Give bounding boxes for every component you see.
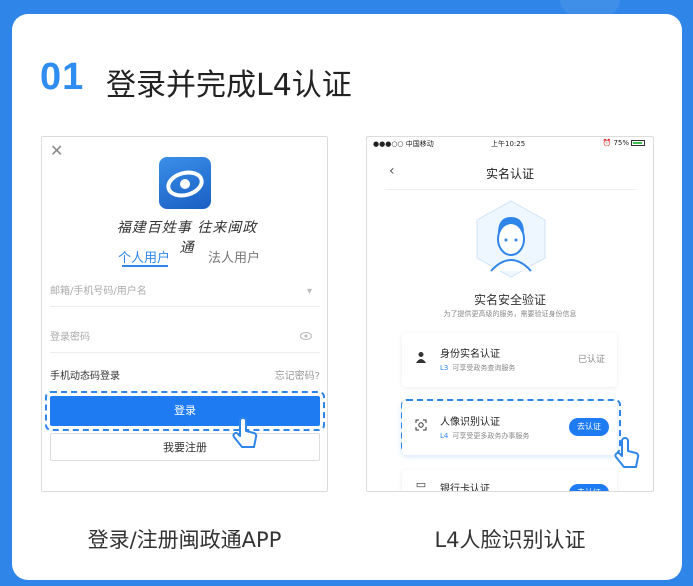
login-button[interactable]: 登录 (50, 396, 320, 426)
face-scan-icon (414, 419, 428, 433)
id-auth-item[interactable]: 身份实名认证 L3 可享受政务查询服务 已认证 (402, 333, 617, 387)
login-links-row: 手机动态码登录 忘记密码? (50, 367, 320, 382)
nav-divider (385, 189, 637, 190)
pointer-hand-icon (612, 437, 642, 471)
item-level: L3 可享受政务查询服务 (440, 364, 516, 372)
person-icon (414, 351, 428, 365)
status-bar: ●●●○○ 中国移动 上午10:25 ⏰ 75% (367, 139, 653, 153)
battery-status: ⏰ 75% (603, 139, 645, 147)
login-screen: ✕ 福建百姓事 往来闽政通 个人用户 法人用户 邮箱/手机号码/用户名 ▾ 登录… (41, 136, 328, 492)
password-placeholder: 登录密码 (50, 332, 90, 343)
eye-icon[interactable] (300, 323, 312, 353)
go-verify-button[interactable]: 去认证 (569, 418, 609, 436)
status-badge: 已认证 (577, 355, 605, 365)
verify-subtitle: 为了提供更高级的服务，需要验证身份信息 (443, 310, 577, 318)
username-placeholder: 邮箱/手机号码/用户名 (50, 286, 147, 297)
status-time: 上午10:25 (491, 140, 526, 148)
tab-personal-user[interactable]: 个人用户 (118, 247, 170, 266)
bank-card-icon: ▭ (415, 478, 427, 491)
register-button[interactable]: 我要注册 (50, 433, 320, 461)
close-icon[interactable]: ✕ (50, 141, 63, 160)
step-number: 01 (40, 56, 85, 98)
go-verify-button[interactable]: 去认证 (569, 484, 609, 491)
bank-card-auth-item[interactable]: ▭ 银行卡认证 去认证 (402, 470, 617, 492)
item-level: L4 可享受更多政务办事服务 (440, 432, 530, 440)
username-input[interactable]: 邮箱/手机号码/用户名 ▾ (50, 277, 320, 307)
dropdown-arrow-icon[interactable]: ▾ (307, 277, 312, 307)
forgot-password-link[interactable]: 忘记密码? (275, 367, 320, 382)
app-logo (159, 157, 211, 209)
left-caption: 登录/注册闽政通APP (87, 528, 282, 552)
real-name-auth-screen: ●●●○○ 中国移动 上午10:25 ⏰ 75% ‹ 实名认证 实名安全验证 为… (366, 136, 654, 492)
face-avatar-icon (471, 199, 551, 279)
battery-icon (631, 140, 645, 146)
tab-legal-user[interactable]: 法人用户 (208, 247, 260, 266)
face-auth-item[interactable]: 人像识别认证 L4 可享受更多政务办事服务 去认证 (402, 401, 617, 455)
pointer-hand-icon (230, 417, 260, 451)
nav-title: 实名认证 (485, 167, 534, 181)
verify-title: 实名安全验证 (473, 293, 546, 307)
item-title: 人像识别认证 (440, 417, 500, 428)
password-input[interactable]: 登录密码 (50, 323, 320, 353)
step-title: 登录并完成L4认证 (106, 68, 352, 103)
right-caption: L4人脸识别认证 (434, 528, 586, 552)
sms-login-link[interactable]: 手机动态码登录 (50, 371, 120, 382)
item-title: 身份实名认证 (440, 349, 500, 360)
carrier-label: ●●●○○ 中国移动 (373, 140, 434, 148)
item-title: 银行卡认证 (440, 484, 490, 492)
active-tab-indicator (122, 265, 168, 267)
